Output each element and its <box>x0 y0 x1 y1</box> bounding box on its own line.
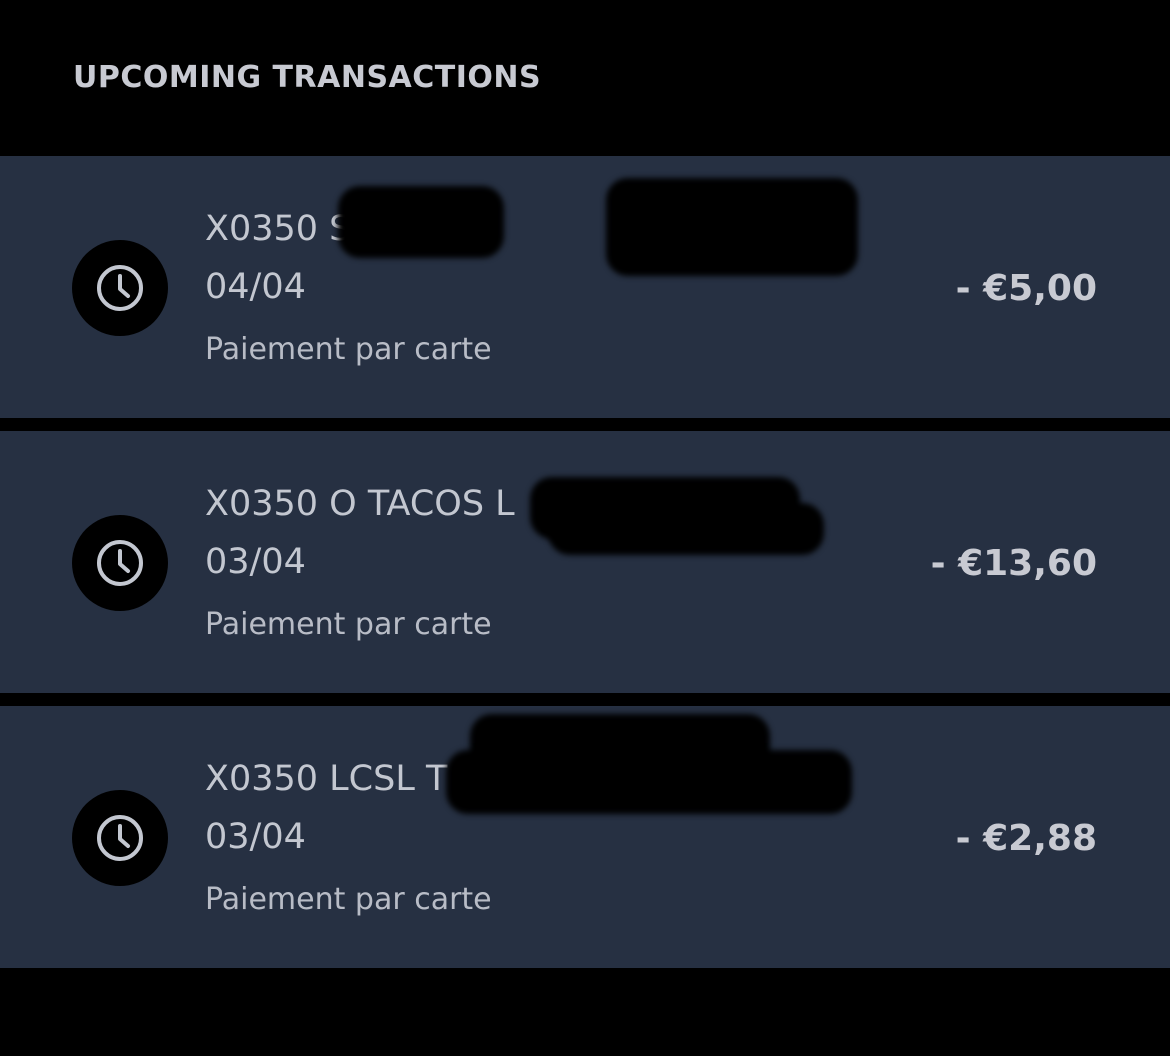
transaction-amount: - €2,88 <box>955 818 1097 859</box>
redaction-mark <box>606 178 858 276</box>
section-title: UPCOMING TRANSACTIONS <box>73 60 542 95</box>
transaction-row[interactable]: X0350 S CLUB 04/04 Paiement par carte - … <box>0 156 1170 418</box>
transaction-date: 04/04 <box>205 267 306 307</box>
clock-icon <box>72 515 168 611</box>
clock-icon <box>72 790 168 886</box>
transaction-amount: - €13,60 <box>930 543 1097 584</box>
redaction-mark <box>548 503 824 555</box>
transaction-type: Paiement par carte <box>205 607 492 642</box>
transaction-list: X0350 S CLUB 04/04 Paiement par carte - … <box>0 156 1170 981</box>
transaction-info: X0350 O TACOS L 03/04 Paiement par carte <box>205 481 515 645</box>
transaction-date: 03/04 <box>205 542 306 582</box>
transaction-type: Paiement par carte <box>205 332 492 367</box>
transaction-row[interactable]: X0350 LCSL T 03/04 Paiement par carte - … <box>0 706 1170 968</box>
transaction-amount: - €5,00 <box>955 268 1097 309</box>
transaction-name: X0350 O TACOS L <box>205 484 515 524</box>
transaction-row[interactable]: X0350 O TACOS L 03/04 Paiement par carte… <box>0 431 1170 693</box>
redaction-mark <box>338 186 504 258</box>
clock-icon <box>72 240 168 336</box>
redaction-mark <box>446 750 852 814</box>
transaction-date: 03/04 <box>205 817 306 857</box>
transaction-type: Paiement par carte <box>205 882 492 917</box>
upcoming-transactions-screen: UPCOMING TRANSACTIONS X0350 S CLUB 04/04… <box>0 0 1170 1056</box>
